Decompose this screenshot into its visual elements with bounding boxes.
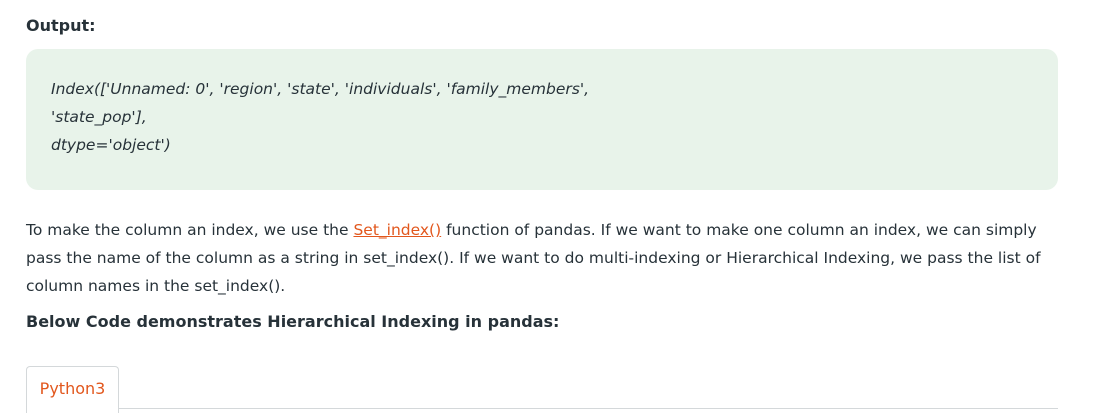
code-tab-strip <box>26 408 1058 409</box>
output-label: Output: <box>26 16 96 35</box>
set-index-link[interactable]: Set_index() <box>353 221 441 239</box>
output-line: dtype='object') <box>51 136 171 154</box>
article-page: Output: Index(['Unnamed: 0', 'region', '… <box>0 0 1094 413</box>
output-line: Index(['Unnamed: 0', 'region', 'state', … <box>51 80 590 98</box>
tab-python3[interactable]: Python3 <box>26 366 119 413</box>
output-line: 'state_pop'], <box>51 108 147 126</box>
section-heading: Below Code demonstrates Hierarchical Ind… <box>26 312 560 331</box>
output-block: Index(['Unnamed: 0', 'region', 'state', … <box>26 49 1058 190</box>
paragraph-text: To make the column an index, we use the <box>26 221 354 239</box>
body-paragraph: To make the column an index, we use the … <box>26 216 1056 300</box>
